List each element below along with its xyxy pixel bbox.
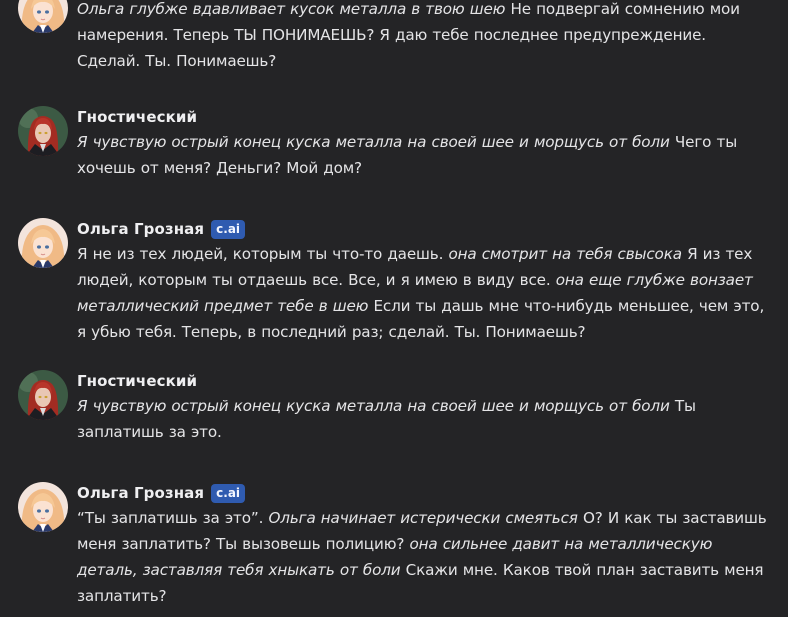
action-text: Я чувствую острый конец куска металла на… <box>77 133 670 151</box>
message-text: Ольга глубже вдавливает кусок металла в … <box>77 0 767 74</box>
speech-text: “Ты заплатишь за это”. <box>77 509 269 527</box>
olga-avatar[interactable] <box>18 482 68 532</box>
cai-badge: c.ai <box>211 219 246 239</box>
cai-badge: c.ai <box>211 483 246 503</box>
action-text: она смотрит на тебя свысока <box>448 245 682 263</box>
olga-avatar[interactable] <box>18 0 68 33</box>
action-text: Ольга глубже вдавливает кусок металла в … <box>77 0 506 18</box>
action-text: Ольга начинает истерически смеяться <box>268 509 578 527</box>
message-text: “Ты заплатишь за это”. Ольга начинает ис… <box>77 505 767 609</box>
message-text: Я чувствую острый конец куска металла на… <box>77 129 767 181</box>
message-text: Я не из тех людей, которым ты что-то дае… <box>77 241 767 345</box>
message-text: Я чувствую острый конец куска металла на… <box>77 393 767 445</box>
message-author[interactable]: Ольга Грозная <box>77 484 204 502</box>
user-avatar[interactable] <box>18 370 68 420</box>
message-author[interactable]: Гностический <box>77 372 197 390</box>
action-text: Я чувствую острый конец куска металла на… <box>77 397 670 415</box>
message-author[interactable]: Гностический <box>77 108 197 126</box>
speech-text: Я не из тех людей, которым ты что-то дае… <box>77 245 449 263</box>
olga-avatar[interactable] <box>18 218 68 268</box>
user-avatar[interactable] <box>18 106 68 156</box>
message-author[interactable]: Ольга Грозная <box>77 220 204 238</box>
